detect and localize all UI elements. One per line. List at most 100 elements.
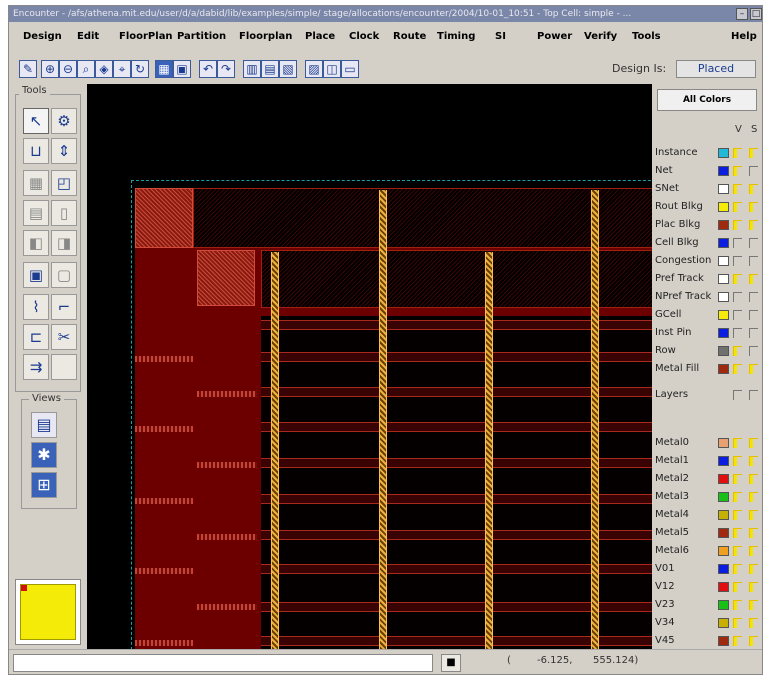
grid-icon[interactable]: ▦ — [155, 60, 173, 78]
layer-selectable-checkbox[interactable] — [749, 528, 758, 538]
layers-select-toggle[interactable] — [749, 390, 758, 400]
blocks-icon[interactable]: ▤ — [23, 200, 49, 226]
layer-color-chip[interactable] — [718, 582, 729, 592]
save-icon[interactable]: ▨ — [305, 60, 323, 78]
menu-floorplan[interactable]: Floorplan — [239, 31, 292, 42]
window-icon[interactable]: ▣ — [173, 60, 191, 78]
layer-color-chip[interactable] — [718, 474, 729, 484]
object-color-chip[interactable] — [718, 166, 729, 176]
object-color-chip[interactable] — [718, 184, 729, 194]
maximize-icon[interactable]: □ — [750, 8, 762, 20]
all-colors-button[interactable]: All Colors — [657, 89, 757, 111]
layer-selectable-checkbox[interactable] — [749, 618, 758, 628]
object-color-chip[interactable] — [718, 202, 729, 212]
stretch-icon[interactable]: ⇕ — [51, 138, 77, 164]
hier-down-icon[interactable]: ▤ — [261, 60, 279, 78]
layer-selectable-checkbox[interactable] — [749, 474, 758, 484]
object-visible-checkbox[interactable] — [733, 328, 742, 338]
move-icon[interactable]: ⊔ — [23, 138, 49, 164]
object-selectable-checkbox[interactable] — [749, 292, 758, 302]
object-selectable-checkbox[interactable] — [749, 346, 758, 356]
object-visible-checkbox[interactable] — [733, 346, 742, 356]
layer-visible-checkbox[interactable] — [733, 510, 742, 520]
layer-visible-checkbox[interactable] — [733, 618, 742, 628]
object-visible-checkbox[interactable] — [733, 256, 742, 266]
object-visible-checkbox[interactable] — [733, 220, 742, 230]
menu-edit[interactable]: Edit — [77, 31, 99, 42]
menu-help[interactable]: Help — [731, 31, 757, 42]
object-color-chip[interactable] — [718, 238, 729, 248]
object-selectable-checkbox[interactable] — [749, 256, 758, 266]
object-color-chip[interactable] — [718, 364, 729, 374]
layers-visible-toggle[interactable] — [733, 390, 742, 400]
layer-color-chip[interactable] — [718, 510, 729, 520]
layer-visible-checkbox[interactable] — [733, 492, 742, 502]
minimize-icon[interactable]: – — [736, 8, 748, 20]
place-icon[interactable]: ▣ — [23, 262, 49, 288]
menu-power[interactable]: Power — [537, 31, 572, 42]
copy-icon[interactable]: ◫ — [323, 60, 341, 78]
object-visible-checkbox[interactable] — [733, 166, 742, 176]
menu-tools[interactable]: Tools — [632, 31, 661, 42]
object-color-chip[interactable] — [718, 328, 729, 338]
grid-tool-icon[interactable]: ▦ — [23, 170, 49, 196]
menu-verify[interactable]: Verify — [584, 31, 617, 42]
gear-icon[interactable]: ⚙ — [51, 108, 77, 134]
layer-visible-checkbox[interactable] — [733, 564, 742, 574]
object-visible-checkbox[interactable] — [733, 238, 742, 248]
layer-visible-checkbox[interactable] — [733, 438, 742, 448]
ruler-icon[interactable]: ▭ — [341, 60, 359, 78]
hier-up-icon[interactable]: ▥ — [243, 60, 261, 78]
undo-icon[interactable]: ↶ — [199, 60, 217, 78]
zoom-area-icon[interactable]: ⌕ — [77, 60, 95, 78]
layer-visible-checkbox[interactable] — [733, 582, 742, 592]
wire-icon[interactable]: ⌇ — [23, 294, 49, 320]
layer-visible-checkbox[interactable] — [733, 456, 742, 466]
zoom-out-icon[interactable]: ⊖ — [59, 60, 77, 78]
layer-color-chip[interactable] — [718, 546, 729, 556]
stop-button[interactable]: ■ — [441, 654, 461, 672]
layer-selectable-checkbox[interactable] — [749, 456, 758, 466]
menu-clock[interactable]: Clock — [349, 31, 379, 42]
layer-selectable-checkbox[interactable] — [749, 510, 758, 520]
object-selectable-checkbox[interactable] — [749, 328, 758, 338]
physical-view-icon[interactable]: ⊞ — [31, 472, 57, 498]
layer-selectable-checkbox[interactable] — [749, 438, 758, 448]
resize-icon[interactable]: ◰ — [51, 170, 77, 196]
layout-canvas[interactable] — [87, 84, 652, 649]
layer-color-chip[interactable] — [718, 636, 729, 646]
cut-icon[interactable]: ✂ — [51, 324, 77, 350]
bar-icon[interactable]: ▯ — [51, 200, 77, 226]
empty-icon[interactable] — [51, 354, 77, 380]
object-selectable-checkbox[interactable] — [749, 184, 758, 194]
layer-color-chip[interactable] — [718, 438, 729, 448]
object-selectable-checkbox[interactable] — [749, 220, 758, 230]
layer-selectable-checkbox[interactable] — [749, 492, 758, 502]
floorplan-view-icon[interactable]: ▤ — [31, 412, 57, 438]
highlight-icon[interactable]: ▧ — [279, 60, 297, 78]
object-visible-checkbox[interactable] — [733, 184, 742, 194]
command-input[interactable] — [13, 654, 433, 672]
zoom-select-icon[interactable]: ⌖ — [113, 60, 131, 78]
object-visible-checkbox[interactable] — [733, 310, 742, 320]
layer-selectable-checkbox[interactable] — [749, 636, 758, 646]
bar-tool-icon[interactable]: ⇉ — [23, 354, 49, 380]
object-color-chip[interactable] — [718, 346, 729, 356]
menu-floorplan-chip[interactable]: FloorPlan — [119, 31, 173, 42]
object-selectable-checkbox[interactable] — [749, 364, 758, 374]
box-icon[interactable]: ⊏ — [23, 324, 49, 350]
layer-visible-checkbox[interactable] — [733, 528, 742, 538]
layer-visible-checkbox[interactable] — [733, 600, 742, 610]
layer-visible-checkbox[interactable] — [733, 546, 742, 556]
menu-place[interactable]: Place — [305, 31, 335, 42]
selected-color-swatch[interactable] — [20, 584, 76, 640]
select-icon[interactable]: ↖ — [23, 108, 49, 134]
object-selectable-checkbox[interactable] — [749, 202, 758, 212]
menu-si[interactable]: SI — [495, 31, 506, 42]
layer-selectable-checkbox[interactable] — [749, 564, 758, 574]
object-selectable-checkbox[interactable] — [749, 310, 758, 320]
amoeba-view-icon[interactable]: ✱ — [31, 442, 57, 468]
object-visible-checkbox[interactable] — [733, 202, 742, 212]
menu-partition[interactable]: Partition — [177, 31, 226, 42]
object-color-chip[interactable] — [718, 220, 729, 230]
